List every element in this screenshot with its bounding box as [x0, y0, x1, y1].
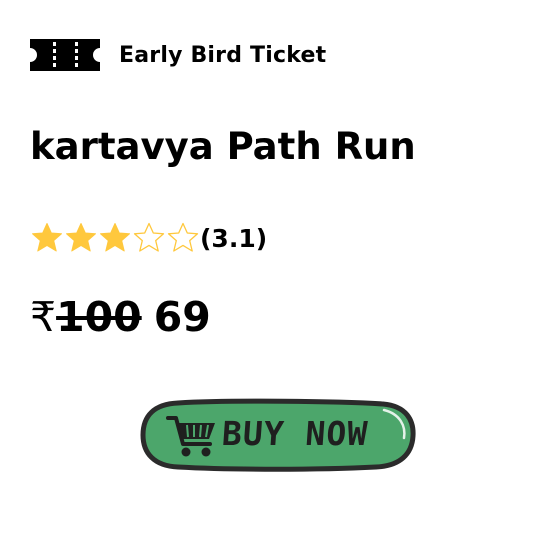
- star-filled-icon: [66, 223, 96, 252]
- price-row: ₹ 100 69: [30, 291, 211, 343]
- buy-now-button[interactable]: BUY NOW: [138, 398, 418, 472]
- rating-value: (3.1): [200, 223, 268, 253]
- star-rating: [30, 221, 200, 255]
- star-filled-icon: [32, 223, 62, 252]
- rating-row: (3.1): [30, 220, 267, 256]
- buy-now-label: BUY NOW: [220, 414, 370, 453]
- ticket-type-row: Early Bird Ticket: [30, 38, 326, 72]
- star-filled-icon: [100, 223, 130, 252]
- original-price: 100: [56, 293, 142, 341]
- ticket-icon: [30, 39, 100, 71]
- discounted-price: 69: [153, 293, 211, 341]
- event-title: kartavya Path Run: [30, 125, 416, 168]
- star-empty-icon: [167, 222, 199, 252]
- currency-symbol: ₹: [30, 293, 57, 341]
- shopping-cart-icon: [166, 416, 215, 457]
- star-empty-icon: [133, 222, 165, 252]
- ticket-type-label: Early Bird Ticket: [119, 42, 327, 68]
